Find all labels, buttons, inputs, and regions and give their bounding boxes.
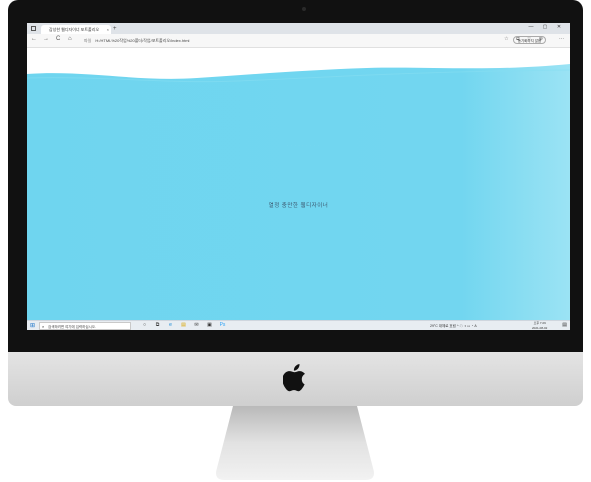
- imac-frame: 감성한 웹디자이너 포트폴리오 × + — ▢ ✕ ← → C ⌂ 파일 H:/HTM…: [0, 0, 591, 482]
- reload-icon[interactable]: C: [56, 36, 60, 42]
- browser-tab[interactable]: 감성한 웹디자이너 포트폴리오 ×: [41, 25, 111, 34]
- windows-taskbar: ⊞ ⌕ 검색하려면 여기에 입력하십시오. ○ ⧉ e ▤ ✉ ▣ Ps 29°C 대체로 …: [27, 320, 570, 330]
- hero-tagline: 열정 충만한 웹디자이너: [268, 203, 329, 209]
- clock-date: 2021-08-02: [532, 325, 548, 330]
- window-menu-icon[interactable]: [31, 26, 36, 31]
- system-tray[interactable]: 29°C 대체로 흐림 ^ ☁ ◑ ▭ ◔ A: [430, 322, 477, 330]
- minimize-button[interactable]: —: [524, 24, 538, 30]
- browser-tab-bar: 감성한 웹디자이너 포트폴리오 × + — ▢ ✕: [27, 23, 570, 34]
- page-content: · · · · · · · · · 열정 충만한 웹디자이너 About Me: [27, 48, 570, 329]
- address-bar: ← → C ⌂ 파일 H:/HTML%20작업%20폴더/작업/포트폴리오/ind…: [27, 34, 570, 48]
- new-tab-button[interactable]: +: [113, 25, 117, 34]
- forward-icon[interactable]: →: [43, 36, 49, 42]
- close-window-button[interactable]: ✕: [552, 24, 566, 30]
- notification-icon[interactable]: ▤: [562, 322, 567, 328]
- edge-icon[interactable]: e: [164, 322, 177, 328]
- faint-decoration-text: · · · · · · · · ·: [287, 143, 320, 147]
- mail-icon[interactable]: ✉: [190, 322, 203, 328]
- search-placeholder: 검색하려면 여기에 입력하십시오.: [48, 325, 96, 329]
- back-icon[interactable]: ←: [31, 36, 37, 42]
- file-explorer-icon[interactable]: ▤: [177, 322, 190, 328]
- photoshop-icon[interactable]: Ps: [216, 322, 229, 328]
- taskbar-search-input[interactable]: ⌕ 검색하려면 여기에 입력하십시오.: [39, 322, 131, 330]
- taskbar-clock[interactable]: 오후 7:29 2021-08-02: [532, 321, 547, 330]
- more-menu-icon[interactable]: ···: [559, 36, 564, 42]
- store-icon[interactable]: ▣: [203, 322, 216, 328]
- monitor-stand: [216, 406, 374, 480]
- cortana-icon[interactable]: ○: [138, 322, 151, 328]
- wave-background: [27, 64, 570, 320]
- url-field[interactable]: 파일 H:/HTML%20작업%20폴더/작업/포트폴리오/index.html: [84, 36, 404, 45]
- window-controls: — ▢ ✕: [524, 24, 566, 30]
- search-icon: ⌕: [42, 324, 45, 329]
- task-view-icon[interactable]: ⧉: [151, 322, 164, 328]
- apple-logo-icon: [283, 364, 305, 392]
- taskbar-apps: ○ ⧉ e ▤ ✉ ▣ Ps: [138, 322, 229, 328]
- sync-button[interactable]: 동기화하지 않음: [513, 36, 546, 44]
- url-scheme-label: 파일: [84, 38, 92, 43]
- maximize-button[interactable]: ▢: [538, 24, 552, 30]
- clock-time: 오후 7:29: [533, 321, 546, 325]
- screen: 감성한 웹디자이너 포트폴리오 × + — ▢ ✕ ← → C ⌂ 파일 H:/HTM…: [27, 23, 570, 330]
- start-button-icon[interactable]: ⊞: [30, 322, 35, 329]
- tab-title: 감성한 웹디자이너 포트폴리오: [49, 27, 100, 32]
- tab-close-icon[interactable]: ×: [107, 25, 109, 34]
- url-text: H:/HTML%20작업%20폴더/작업/포트폴리오/index.html: [95, 38, 190, 43]
- home-icon[interactable]: ⌂: [68, 36, 72, 42]
- camera-icon: [302, 7, 306, 11]
